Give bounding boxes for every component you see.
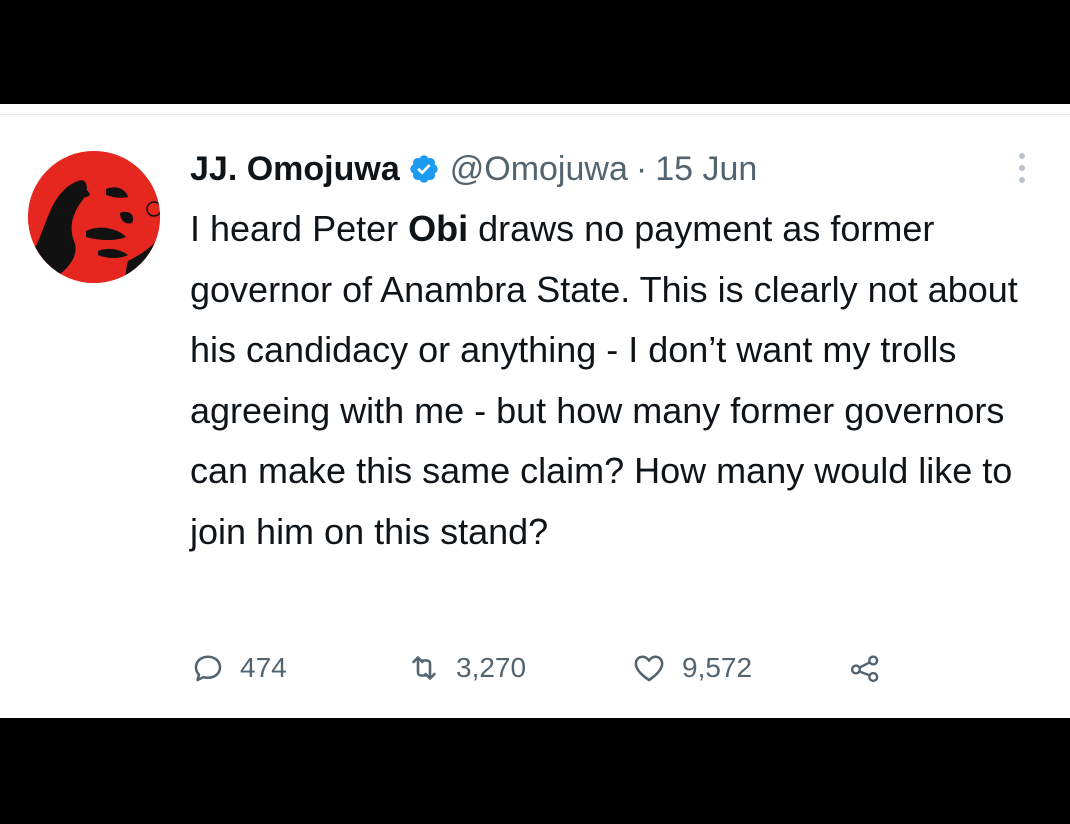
- verified-badge-icon: [408, 153, 440, 185]
- author-name[interactable]: JJ. Omojuwa: [190, 150, 400, 189]
- tweet-date[interactable]: 15 Jun: [655, 150, 757, 189]
- screenshot-frame: JJ. Omojuwa @Omojuwa · 15 Jun I heard Pe…: [0, 0, 1070, 824]
- like-count: 9,572: [682, 652, 753, 683]
- tweet-header: JJ. Omojuwa @Omojuwa · 15 Jun: [190, 144, 757, 194]
- share-button[interactable]: [846, 644, 884, 692]
- reply-button[interactable]: 474: [190, 644, 287, 692]
- tweet-actions: 474 3,270 9,572: [190, 644, 910, 692]
- heart-icon: [630, 650, 668, 686]
- author-handle[interactable]: @Omojuwa: [450, 150, 628, 189]
- reply-count: 474: [240, 652, 287, 683]
- tweet-card[interactable]: JJ. Omojuwa @Omojuwa · 15 Jun I heard Pe…: [0, 104, 1070, 718]
- share-icon: [846, 650, 884, 686]
- reply-icon: [190, 650, 226, 686]
- card-divider: [0, 114, 1070, 115]
- retweet-button[interactable]: 3,270: [406, 644, 526, 692]
- tweet-text: I heard Peter Obi draws no payment as fo…: [190, 199, 1050, 562]
- more-vertical-icon[interactable]: [1010, 146, 1034, 190]
- tweet-text-part: draws no payment as former governor of A…: [190, 208, 1018, 552]
- tweet-text-bold: Obi: [408, 208, 469, 249]
- separator-dot: ·: [635, 149, 648, 188]
- retweet-count: 3,270: [456, 652, 527, 683]
- avatar[interactable]: [28, 151, 160, 283]
- like-button[interactable]: 9,572: [630, 644, 752, 692]
- retweet-icon: [406, 650, 442, 686]
- tweet-text-part: I heard Peter: [190, 208, 409, 249]
